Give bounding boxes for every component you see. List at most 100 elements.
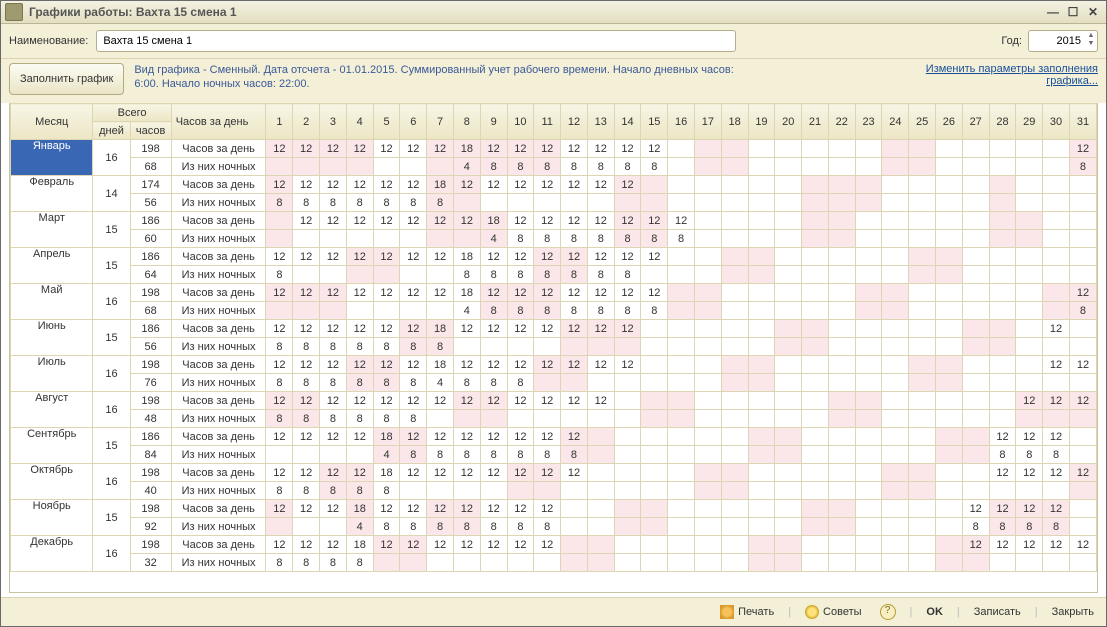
ok-button[interactable]: OK (922, 604, 947, 620)
cell-night[interactable] (855, 302, 882, 320)
hours-total[interactable]: 198 (130, 356, 171, 374)
cell-hours[interactable] (748, 392, 775, 410)
cell-night[interactable] (1069, 554, 1096, 572)
cell-night[interactable]: 8 (1069, 302, 1096, 320)
cell-night[interactable] (561, 518, 588, 536)
cell-night[interactable] (507, 410, 534, 428)
cell-hours[interactable] (614, 500, 641, 518)
cell-hours[interactable] (802, 212, 829, 230)
cell-night[interactable] (534, 338, 561, 356)
cell-hours[interactable]: 12 (614, 176, 641, 194)
cell-night[interactable] (668, 518, 695, 536)
cell-hours[interactable] (828, 356, 855, 374)
cell-night[interactable] (561, 482, 588, 500)
cell-hours[interactable]: 12 (373, 500, 400, 518)
cell-hours[interactable] (962, 284, 989, 302)
col-day-12[interactable]: 12 (561, 104, 588, 140)
cell-hours[interactable] (802, 428, 829, 446)
cell-night[interactable] (909, 230, 936, 248)
cell-hours[interactable] (855, 284, 882, 302)
cell-hours[interactable]: 12 (989, 536, 1016, 554)
cell-night[interactable] (480, 410, 507, 428)
cell-night[interactable] (775, 554, 802, 572)
cell-hours[interactable]: 12 (561, 284, 588, 302)
cell-hours[interactable] (668, 284, 695, 302)
cell-hours[interactable] (1016, 140, 1043, 158)
hours-total[interactable]: 186 (130, 320, 171, 338)
cell-night[interactable] (802, 446, 829, 464)
cell-night[interactable] (775, 266, 802, 284)
cell-hours[interactable] (748, 212, 775, 230)
cell-night[interactable]: 8 (561, 230, 588, 248)
cell-night[interactable]: 8 (507, 266, 534, 284)
cell-hours[interactable]: 12 (641, 212, 668, 230)
cell-hours[interactable] (828, 464, 855, 482)
cell-night[interactable] (507, 338, 534, 356)
night-total[interactable]: 56 (130, 194, 171, 212)
cell-hours[interactable] (694, 356, 721, 374)
cell-night[interactable]: 8 (480, 302, 507, 320)
cell-hours[interactable] (1016, 356, 1043, 374)
cell-night[interactable] (587, 554, 614, 572)
cell-night[interactable] (989, 554, 1016, 572)
cell-hours[interactable] (909, 320, 936, 338)
cell-hours[interactable] (775, 320, 802, 338)
night-total[interactable]: 76 (130, 374, 171, 392)
days-total[interactable]: 15 (93, 428, 130, 464)
cell-night[interactable] (775, 374, 802, 392)
days-total[interactable]: 16 (93, 536, 130, 572)
cell-hours[interactable]: 12 (320, 464, 347, 482)
cell-night[interactable] (962, 302, 989, 320)
cell-night[interactable] (936, 554, 963, 572)
night-total[interactable]: 32 (130, 554, 171, 572)
cell-night[interactable] (1043, 266, 1070, 284)
cell-hours[interactable] (1069, 500, 1096, 518)
cell-night[interactable] (320, 230, 347, 248)
cell-hours[interactable]: 12 (534, 464, 561, 482)
cell-night[interactable] (936, 374, 963, 392)
cell-night[interactable]: 8 (507, 302, 534, 320)
cell-night[interactable] (775, 410, 802, 428)
cell-night[interactable] (453, 410, 480, 428)
cell-hours[interactable]: 12 (400, 320, 427, 338)
cell-night[interactable] (614, 554, 641, 572)
cell-hours[interactable] (909, 464, 936, 482)
cell-hours[interactable]: 18 (453, 284, 480, 302)
cell-hours[interactable]: 12 (427, 500, 454, 518)
cell-hours[interactable]: 12 (293, 500, 320, 518)
cell-hours[interactable] (748, 176, 775, 194)
cell-hours[interactable]: 12 (1069, 284, 1096, 302)
cell-hours[interactable]: 12 (346, 176, 373, 194)
cell-night[interactable] (266, 302, 293, 320)
days-total[interactable]: 16 (93, 356, 130, 392)
cell-night[interactable]: 8 (1043, 446, 1070, 464)
cell-night[interactable] (962, 230, 989, 248)
cell-hours[interactable]: 12 (1069, 356, 1096, 374)
cell-night[interactable]: 8 (614, 266, 641, 284)
cell-night[interactable] (828, 410, 855, 428)
cell-hours[interactable]: 12 (989, 464, 1016, 482)
cell-night[interactable]: 8 (534, 230, 561, 248)
cell-hours[interactable]: 12 (453, 392, 480, 410)
cell-night[interactable]: 8 (507, 158, 534, 176)
cell-hours[interactable] (721, 140, 748, 158)
month-cell[interactable]: Ноябрь (11, 500, 93, 536)
cell-hours[interactable] (748, 500, 775, 518)
cell-hours[interactable]: 12 (266, 464, 293, 482)
cell-night[interactable] (775, 446, 802, 464)
cell-night[interactable] (909, 338, 936, 356)
cell-hours[interactable]: 12 (427, 536, 454, 554)
cell-hours[interactable]: 12 (962, 536, 989, 554)
cell-night[interactable]: 8 (641, 302, 668, 320)
col-day-5[interactable]: 5 (373, 104, 400, 140)
cell-hours[interactable]: 12 (400, 356, 427, 374)
days-total[interactable]: 15 (93, 500, 130, 536)
col-days[interactable]: дней (93, 122, 130, 140)
cell-night[interactable] (802, 266, 829, 284)
cell-hours[interactable] (936, 320, 963, 338)
cell-night[interactable] (668, 338, 695, 356)
cell-hours[interactable]: 12 (453, 176, 480, 194)
cell-night[interactable] (453, 338, 480, 356)
cell-night[interactable] (1069, 446, 1096, 464)
cell-hours[interactable]: 12 (427, 212, 454, 230)
